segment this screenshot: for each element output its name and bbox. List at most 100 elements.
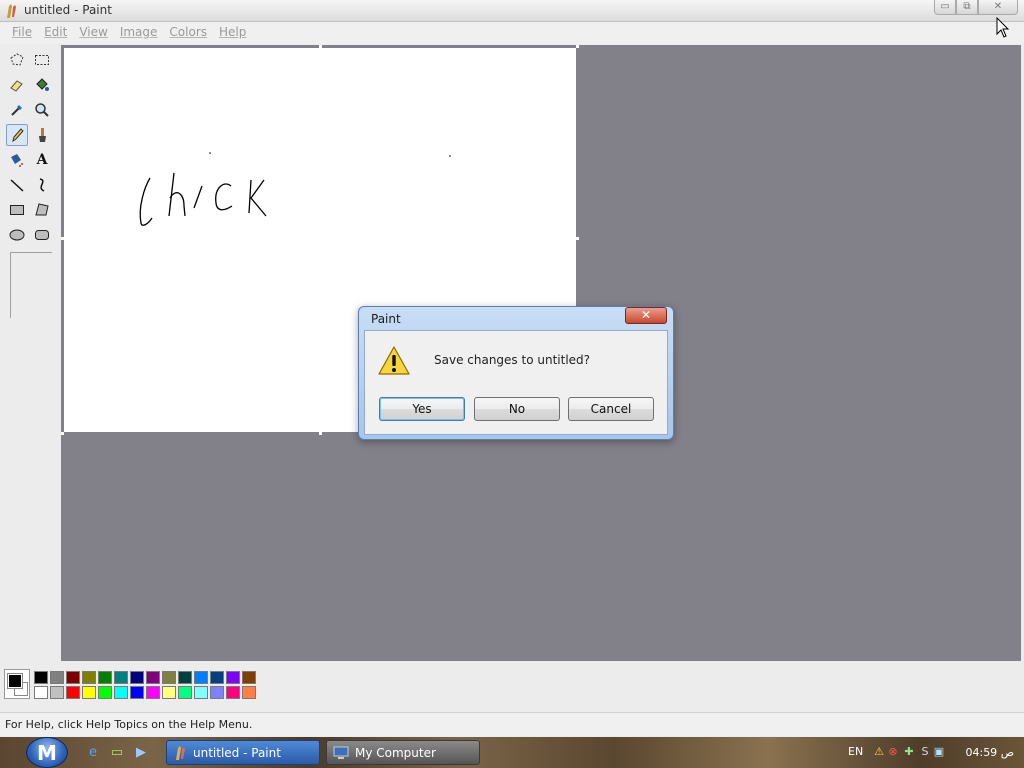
curve-tool[interactable]	[31, 174, 53, 196]
polygon-icon	[35, 203, 49, 216]
line-icon	[10, 179, 24, 192]
palette-swatch[interactable]	[146, 686, 160, 699]
palette-swatch[interactable]	[210, 671, 224, 684]
paint-app-icon	[7, 4, 16, 18]
line-tool[interactable]	[6, 174, 28, 196]
palette-swatch[interactable]	[226, 671, 240, 684]
palette-swatch[interactable]	[98, 686, 112, 699]
palette-swatch[interactable]	[178, 671, 192, 684]
menu-bar: File Edit View Image Colors Help	[0, 22, 1024, 44]
free-form-select-tool[interactable]	[6, 49, 28, 71]
color-palette	[0, 662, 1024, 710]
text-tool[interactable]: A	[31, 149, 53, 171]
taskbar-my-computer-button[interactable]: My Computer	[326, 740, 480, 765]
magnifier-icon	[35, 103, 49, 117]
menu-file[interactable]: File	[6, 22, 38, 44]
palette-swatch[interactable]	[162, 671, 176, 684]
taskbar-my-computer-label: My Computer	[355, 745, 436, 760]
palette-swatch[interactable]	[162, 686, 176, 699]
maximize-button[interactable]: ⧉	[956, 0, 978, 15]
palette-swatch[interactable]	[82, 671, 96, 684]
palette-swatch[interactable]	[210, 686, 224, 699]
rect-select-icon	[35, 55, 49, 65]
foreground-color-swatch	[7, 673, 23, 689]
palette-swatch[interactable]	[130, 686, 144, 699]
brush-tool[interactable]	[31, 124, 53, 146]
palette-swatch[interactable]	[242, 671, 256, 684]
dialog-body: Save changes to untitled? Yes No Cancel	[364, 330, 668, 435]
pencil-tool[interactable]	[6, 124, 28, 146]
security-tray-icon[interactable]: ⊗	[886, 745, 900, 759]
palette-swatch[interactable]	[146, 671, 160, 684]
media-player-icon[interactable]: ▶	[133, 745, 149, 761]
palette-swatch[interactable]	[114, 686, 128, 699]
palette-swatch[interactable]	[66, 671, 80, 684]
rounded-rectangle-tool[interactable]	[31, 224, 53, 246]
minimize-button[interactable]: ▭	[934, 0, 956, 15]
status-bar: For Help, click Help Topics on the Help …	[0, 712, 1024, 736]
palette-swatch[interactable]	[242, 686, 256, 699]
color-picker-tool[interactable]	[6, 99, 28, 121]
paint-bucket-icon	[36, 78, 49, 91]
resize-handle-bottom[interactable]	[319, 432, 322, 435]
palette-swatch[interactable]	[178, 686, 192, 699]
text-tool-icon: A	[36, 152, 48, 168]
palette-swatch[interactable]	[50, 671, 64, 684]
palette-swatch[interactable]	[82, 686, 96, 699]
brush-icon	[39, 128, 46, 142]
language-indicator[interactable]: EN	[848, 745, 863, 758]
select-tool[interactable]	[31, 49, 53, 71]
menu-colors[interactable]: Colors	[163, 22, 213, 44]
paint-task-icon	[176, 745, 185, 760]
taskbar-paint-label: untitled - Paint	[193, 745, 281, 760]
palette-swatch[interactable]	[34, 686, 48, 699]
menu-edit[interactable]: Edit	[38, 22, 73, 44]
palette-swatch[interactable]	[66, 686, 80, 699]
palette-swatch[interactable]	[50, 686, 64, 699]
airbrush-tool[interactable]	[6, 149, 28, 171]
close-window-button[interactable]: ✕	[978, 0, 1018, 15]
rectangle-icon	[10, 205, 24, 215]
free-form-select-icon	[10, 53, 24, 66]
palette-swatch[interactable]	[130, 671, 144, 684]
rectangle-tool[interactable]	[6, 199, 28, 221]
network-tray-icon[interactable]: ✚	[902, 745, 916, 759]
ellipse-tool[interactable]	[6, 224, 28, 246]
palette-swatch[interactable]	[226, 686, 240, 699]
menu-image[interactable]: Image	[114, 22, 164, 44]
eraser-tool[interactable]	[6, 74, 28, 96]
menu-view[interactable]: View	[73, 22, 113, 44]
current-colors-box[interactable]	[4, 669, 30, 699]
magnifier-tool[interactable]	[31, 99, 53, 121]
pencil-icon	[12, 128, 24, 143]
internet-explorer-icon[interactable]: e	[85, 745, 101, 761]
clock[interactable]: 04:59 ص	[965, 746, 1014, 759]
dialog-message: Save changes to untitled?	[434, 353, 591, 367]
palette-swatch[interactable]	[34, 671, 48, 684]
no-button[interactable]: No	[474, 397, 560, 421]
fill-tool[interactable]	[31, 74, 53, 96]
palette-swatch[interactable]	[98, 671, 112, 684]
start-button[interactable]: M	[26, 737, 68, 768]
curve-icon	[39, 178, 45, 192]
airbrush-icon	[11, 154, 23, 167]
palette-swatch[interactable]	[194, 686, 208, 699]
menu-help[interactable]: Help	[213, 22, 252, 44]
polygon-tool[interactable]	[31, 199, 53, 221]
computer-icon	[333, 746, 349, 759]
dialog-close-button[interactable]: ✕	[625, 307, 667, 324]
yes-button[interactable]: Yes	[379, 397, 465, 421]
resize-handle-right[interactable]	[576, 237, 579, 240]
palette-swatch[interactable]	[194, 671, 208, 684]
warning-icon	[378, 346, 410, 375]
show-desktop-icon[interactable]: ▭	[109, 745, 125, 761]
warning-tray-icon[interactable]: ⚠	[872, 745, 886, 759]
tool-options-box[interactable]	[10, 252, 52, 318]
resize-handle-top-right	[576, 45, 579, 48]
palette-swatch[interactable]	[114, 671, 128, 684]
app-tray-icon[interactable]: S	[918, 745, 932, 759]
save-changes-dialog: Paint ✕ Save changes to untitled? Yes No…	[358, 306, 674, 440]
display-tray-icon[interactable]: ▣	[932, 745, 946, 759]
taskbar-paint-button[interactable]: untitled - Paint	[166, 740, 320, 765]
cancel-button[interactable]: Cancel	[568, 397, 654, 421]
